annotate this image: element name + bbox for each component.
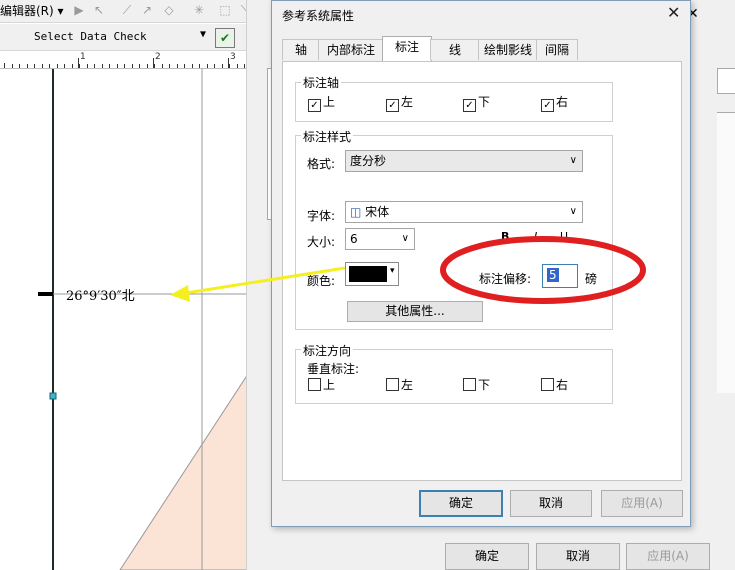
highlight-ellipse	[440, 236, 646, 304]
annotation-overlay	[170, 236, 646, 304]
arrow-shaft	[185, 266, 346, 295]
arrow-head-icon	[170, 285, 190, 302]
